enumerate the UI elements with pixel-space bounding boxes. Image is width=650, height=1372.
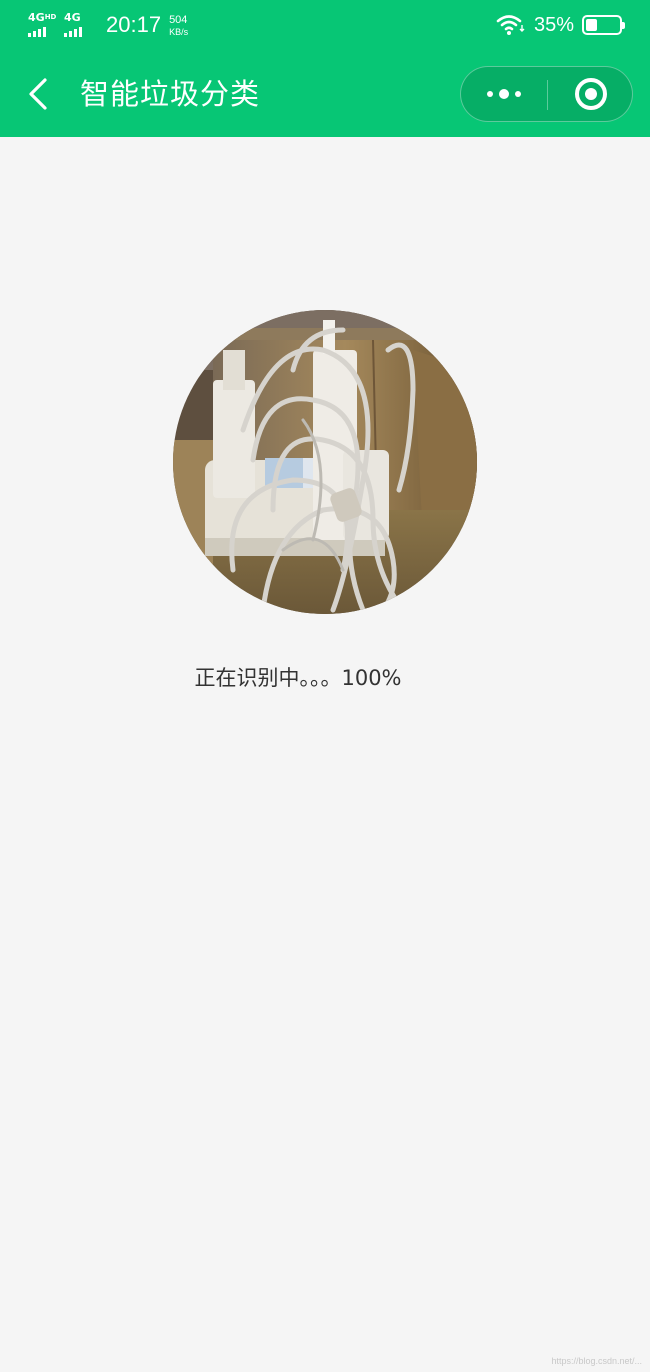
battery-percent: 35% [533, 13, 574, 36]
close-button[interactable] [548, 67, 634, 121]
target-circle-icon [575, 78, 607, 110]
network-label-2: 4G [64, 11, 81, 24]
more-button[interactable] [461, 67, 547, 121]
page-title: 智能垃圾分类 [80, 77, 261, 111]
clock: 20:17 [106, 12, 162, 37]
network-suffix: HD [44, 13, 57, 21]
captured-photo [173, 310, 477, 614]
signal-4g-hd-icon: 4GHD [28, 12, 58, 38]
status-bar: 4GHD 4G 20:17 504 KB/s 35% [0, 0, 650, 52]
recognition-status: 正在识别中。。。100% [0, 662, 650, 692]
more-dots-icon [487, 89, 521, 99]
speed-value: 504 [169, 14, 188, 26]
network-speed: 504 KB/s [169, 14, 188, 38]
mini-program-capsule [460, 66, 633, 122]
watermark: https://blog.csdn.net/... [551, 1356, 642, 1366]
status-bar-left: 4GHD 4G 20:17 504 KB/s [28, 10, 188, 38]
status-bar-right: 35% [496, 13, 625, 37]
battery-icon [582, 15, 625, 35]
wifi-icon [496, 15, 525, 35]
nav-bar: 智能垃圾分类 [0, 52, 650, 137]
back-chevron-icon[interactable] [24, 74, 54, 114]
battery-fill [586, 19, 598, 31]
recognition-status-label: 正在识别中。。。100% [194, 666, 402, 690]
speed-unit: KB/s [169, 27, 189, 37]
network-label-1: 4G [28, 11, 45, 24]
signal-4g-icon: 4G [64, 12, 94, 38]
